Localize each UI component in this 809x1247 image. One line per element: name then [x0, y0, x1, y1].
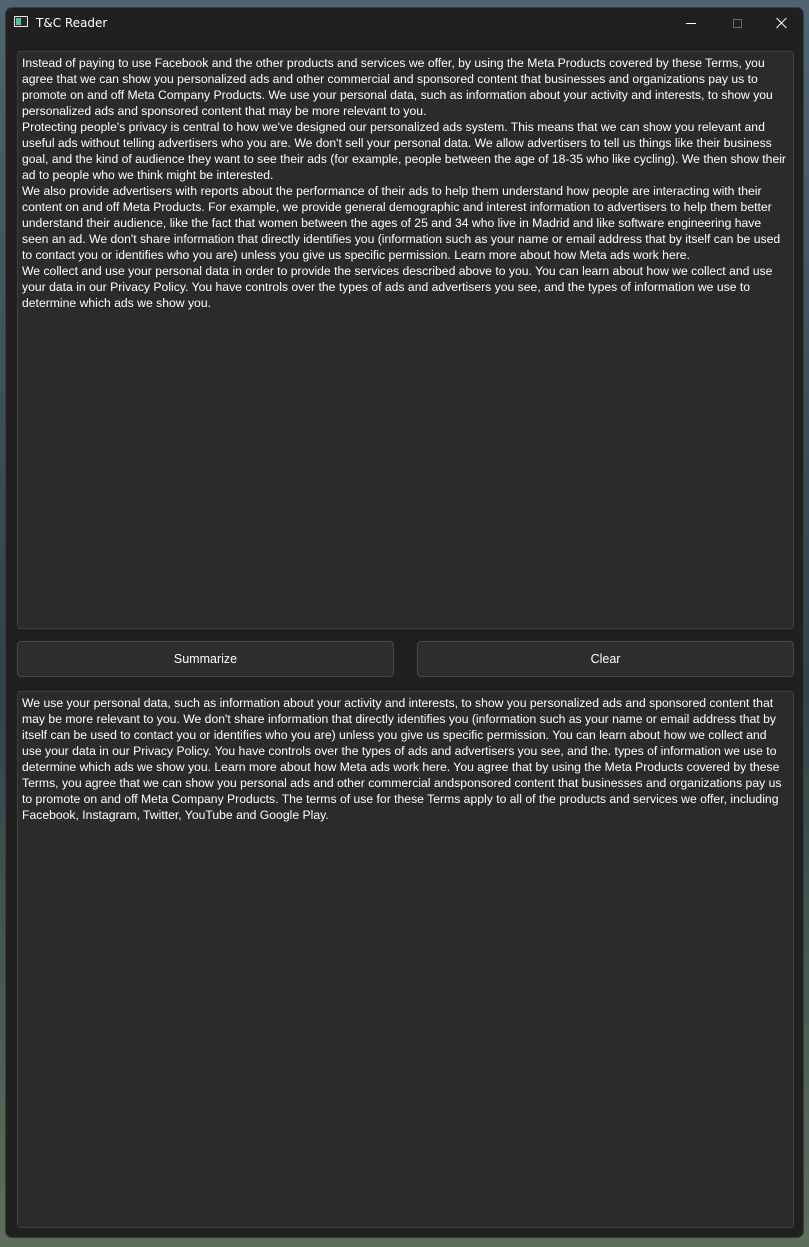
terms-input-textarea[interactable]: Instead of paying to use Facebook and th…	[17, 51, 794, 629]
app-window: T&C Reader Instead of paying to use Face…	[5, 7, 804, 1238]
app-window-icon	[14, 16, 28, 27]
title-bar[interactable]: T&C Reader	[6, 8, 803, 38]
window-title: T&C Reader	[36, 16, 108, 30]
close-button[interactable]	[759, 8, 803, 38]
minimize-icon	[686, 22, 696, 24]
maximize-button[interactable]	[714, 8, 760, 38]
summarize-button[interactable]: Summarize	[17, 641, 394, 677]
summary-output-textarea[interactable]: We use your personal data, such as infor…	[17, 691, 794, 1228]
clear-button[interactable]: Clear	[417, 641, 794, 677]
close-icon	[776, 17, 788, 29]
minimize-button[interactable]	[668, 8, 714, 38]
maximize-icon	[732, 18, 742, 28]
